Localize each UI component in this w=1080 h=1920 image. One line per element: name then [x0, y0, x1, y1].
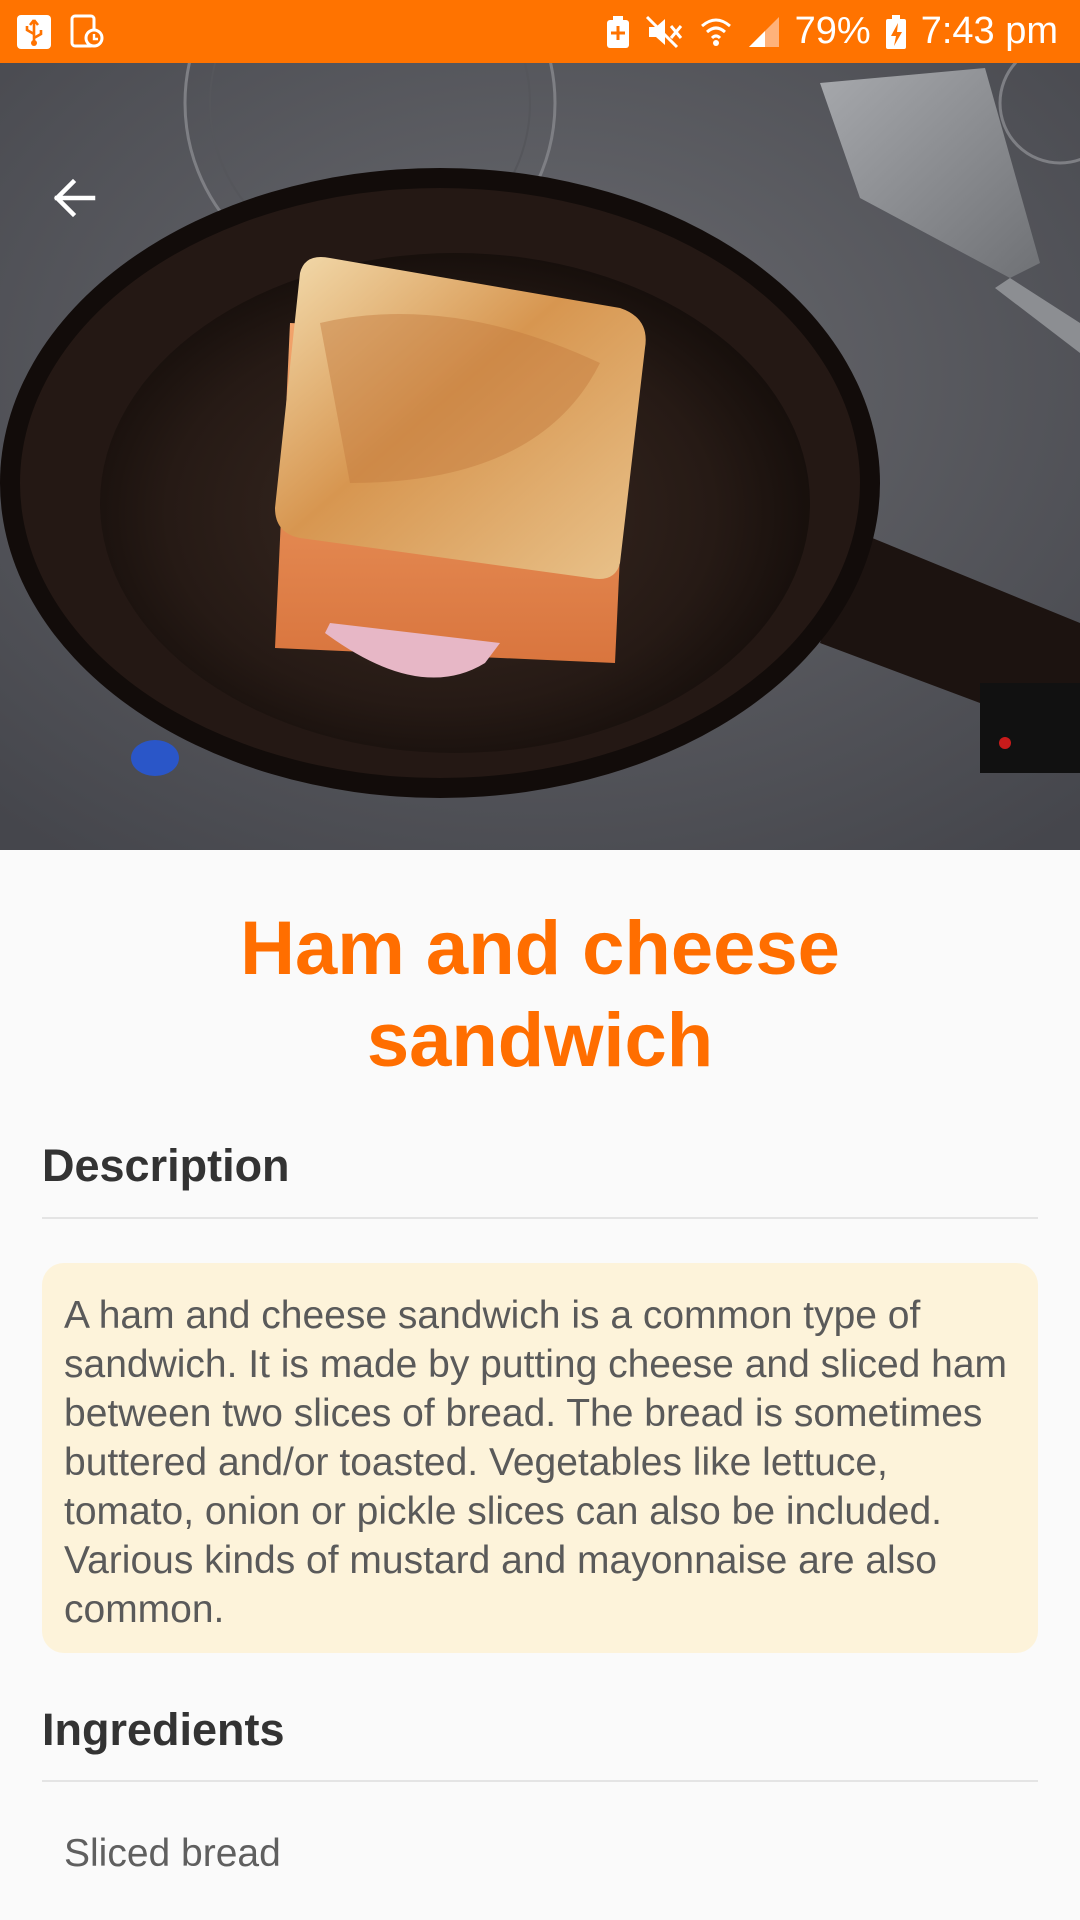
description-card: A ham and cheese sandwich is a common ty…: [42, 1263, 1038, 1653]
hero-image: [0, 63, 1080, 850]
recipe-title: Ham and cheese sandwich: [240, 906, 840, 1083]
description-divider: [42, 1217, 1038, 1219]
charging-battery-icon: [885, 14, 907, 50]
status-bar: 79% 7:43 pm: [0, 0, 1080, 63]
status-left-icons: [16, 14, 104, 50]
battery-saver-icon: [605, 15, 631, 49]
description-heading: Description: [42, 1140, 290, 1191]
ingredients-heading: Ingredients: [42, 1704, 285, 1755]
usb-icon: [16, 14, 52, 50]
sandwich-photo: [0, 63, 1080, 850]
arrow-back-icon: [49, 174, 97, 222]
ingredient-item: Sliced bread: [64, 1832, 281, 1875]
ingredients-divider: [42, 1780, 1038, 1782]
mute-icon: [645, 14, 685, 50]
screen-record-icon: [70, 14, 104, 50]
wifi-icon: [699, 14, 733, 50]
signal-icon: [747, 15, 781, 49]
description-text: A ham and cheese sandwich is a common ty…: [64, 1294, 1008, 1631]
back-button[interactable]: [30, 155, 116, 241]
clock: 7:43 pm: [920, 10, 1058, 52]
battery-percent: 79%: [794, 10, 871, 52]
status-right-icons: 79% 7:43 pm: [605, 10, 1058, 53]
